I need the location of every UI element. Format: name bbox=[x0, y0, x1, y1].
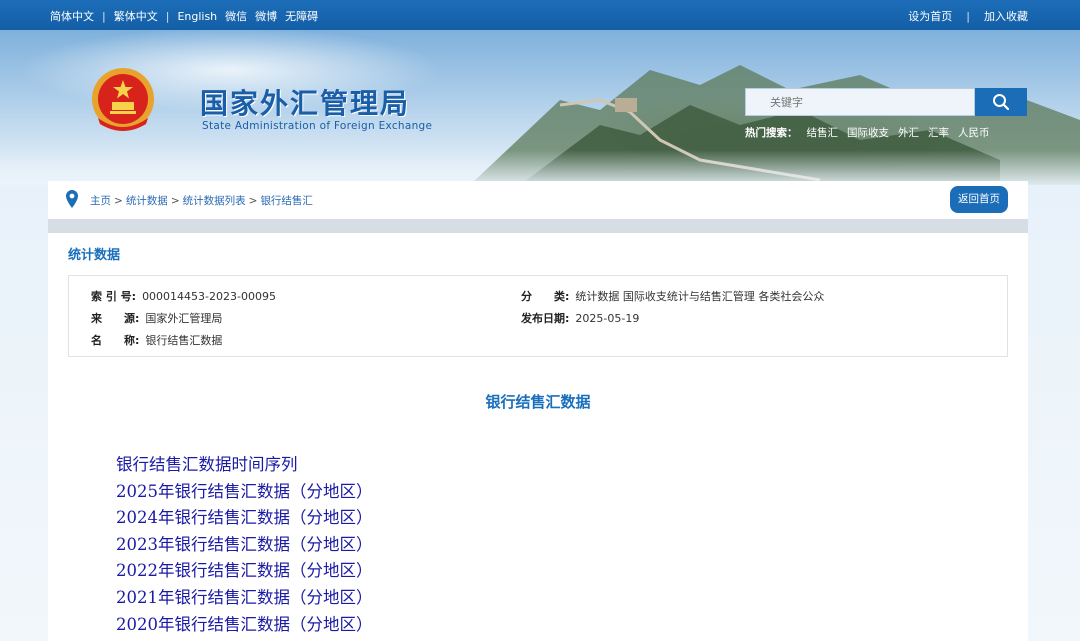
header-banner: 国家外汇管理局 State Administration of Foreign … bbox=[0, 30, 1080, 185]
breadcrumb-separator: > bbox=[248, 195, 258, 207]
breadcrumb: 主页 > 统计数据 > 统计数据列表 > 银行结售汇 bbox=[90, 193, 313, 208]
breadcrumb-statistics-list[interactable]: 统计数据列表 bbox=[183, 195, 246, 207]
meta-index: 索 引 号: 000014453-2023-00095 bbox=[91, 288, 276, 304]
hot-search: 热门搜索： 结售汇 国际收支 外汇 汇率 人民币 bbox=[745, 125, 990, 140]
weibo-link[interactable]: 微博 bbox=[255, 8, 277, 24]
add-favorite-link[interactable]: 加入收藏 bbox=[984, 8, 1028, 24]
meta-category: 分 类: 统计数据 国际收支统计与结售汇管理 各类社会公众 bbox=[521, 288, 824, 304]
divider-strip bbox=[48, 219, 1028, 233]
utility-links: 设为首页 | 加入收藏 bbox=[908, 8, 1028, 24]
meta-source-label: 来 源: bbox=[91, 312, 140, 325]
search-icon bbox=[993, 94, 1010, 111]
lang-traditional-link[interactable]: 繁体中文 bbox=[114, 8, 158, 24]
meta-index-value: 000014453-2023-00095 bbox=[142, 290, 276, 303]
document-title: 银行结售汇数据 bbox=[485, 393, 591, 411]
regional-data-link-2020[interactable]: 2020年银行结售汇数据（分地区） bbox=[116, 612, 373, 639]
hot-search-item[interactable]: 结售汇 bbox=[807, 125, 839, 140]
breadcrumb-home[interactable]: 主页 bbox=[90, 195, 111, 207]
lang-english-link[interactable]: English bbox=[177, 10, 217, 23]
meta-source: 来 源: 国家外汇管理局 bbox=[91, 310, 222, 326]
wechat-link[interactable]: 微信 bbox=[225, 8, 247, 24]
search-button[interactable] bbox=[975, 88, 1027, 116]
meta-date-label: 发布日期: bbox=[521, 312, 570, 325]
meta-date: 发布日期: 2025-05-19 bbox=[521, 310, 639, 326]
regional-data-link-2025[interactable]: 2025年银行结售汇数据（分地区） bbox=[116, 479, 373, 506]
meta-date-value: 2025-05-19 bbox=[575, 312, 640, 325]
main-content: 统计数据 索 引 号: 000014453-2023-00095 来 源: 国家外汇… bbox=[48, 233, 1028, 641]
meta-name-label: 名 称: bbox=[91, 334, 140, 347]
language-links: 简体中文 | 繁体中文 | English 微信 微博 无障碍 bbox=[50, 8, 318, 24]
site-title-english: State Administration of Foreign Exchange bbox=[202, 120, 433, 132]
hot-search-item[interactable]: 国际收支 bbox=[847, 125, 889, 140]
hot-search-item[interactable]: 人民币 bbox=[958, 125, 990, 140]
set-homepage-link[interactable]: 设为首页 bbox=[908, 8, 952, 24]
section-title: 统计数据 bbox=[68, 248, 121, 263]
document-metadata: 索 引 号: 000014453-2023-00095 来 源: 国家外汇管理局 名… bbox=[68, 275, 1008, 357]
regional-data-link-2021[interactable]: 2021年银行结售汇数据（分地区） bbox=[116, 585, 373, 612]
time-series-link[interactable]: 银行结售汇数据时间序列 bbox=[116, 452, 373, 479]
meta-category-label: 分 类: bbox=[521, 290, 570, 303]
divider: | bbox=[165, 9, 170, 23]
search-input[interactable] bbox=[745, 88, 975, 116]
breadcrumb-current[interactable]: 银行结售汇 bbox=[260, 195, 313, 207]
lang-simplified-link[interactable]: 简体中文 bbox=[50, 8, 94, 24]
site-title[interactable]: 国家外汇管理局 bbox=[200, 82, 410, 122]
hot-search-item[interactable]: 汇率 bbox=[928, 125, 949, 140]
national-emblem-icon bbox=[92, 68, 154, 131]
return-home-button[interactable]: 返回首页 bbox=[950, 186, 1008, 213]
regional-data-link-2023[interactable]: 2023年银行结售汇数据（分地区） bbox=[116, 532, 373, 559]
top-bar: 简体中文 | 繁体中文 | English 微信 微博 无障碍 设为首页 | 加… bbox=[0, 0, 1080, 30]
meta-category-value: 统计数据 国际收支统计与结售汇管理 各类社会公众 bbox=[575, 290, 825, 303]
breadcrumb-separator: > bbox=[114, 195, 123, 207]
location-pin-icon bbox=[66, 190, 78, 208]
divider: | bbox=[102, 9, 106, 23]
breadcrumb-separator: > bbox=[170, 195, 180, 207]
meta-name: 名 称: 银行结售汇数据 bbox=[91, 332, 222, 348]
breadcrumb-bar: 主页 > 统计数据 > 统计数据列表 > 银行结售汇 返回首页 bbox=[48, 181, 1028, 219]
regional-data-link-2024[interactable]: 2024年银行结售汇数据（分地区） bbox=[116, 505, 373, 532]
hot-search-label: 热门搜索： bbox=[745, 127, 798, 139]
divider: | bbox=[966, 9, 970, 23]
hot-search-item[interactable]: 外汇 bbox=[898, 125, 919, 140]
regional-data-link-2022[interactable]: 2022年银行结售汇数据（分地区） bbox=[116, 558, 373, 585]
meta-name-value: 银行结售汇数据 bbox=[145, 334, 223, 347]
accessibility-link[interactable]: 无障碍 bbox=[285, 8, 318, 24]
meta-index-label: 索 引 号: bbox=[91, 290, 137, 303]
breadcrumb-statistics[interactable]: 统计数据 bbox=[126, 195, 168, 207]
data-link-list: 银行结售汇数据时间序列 2025年银行结售汇数据（分地区） 2024年银行结售汇… bbox=[116, 452, 373, 638]
meta-source-value: 国家外汇管理局 bbox=[145, 312, 223, 325]
